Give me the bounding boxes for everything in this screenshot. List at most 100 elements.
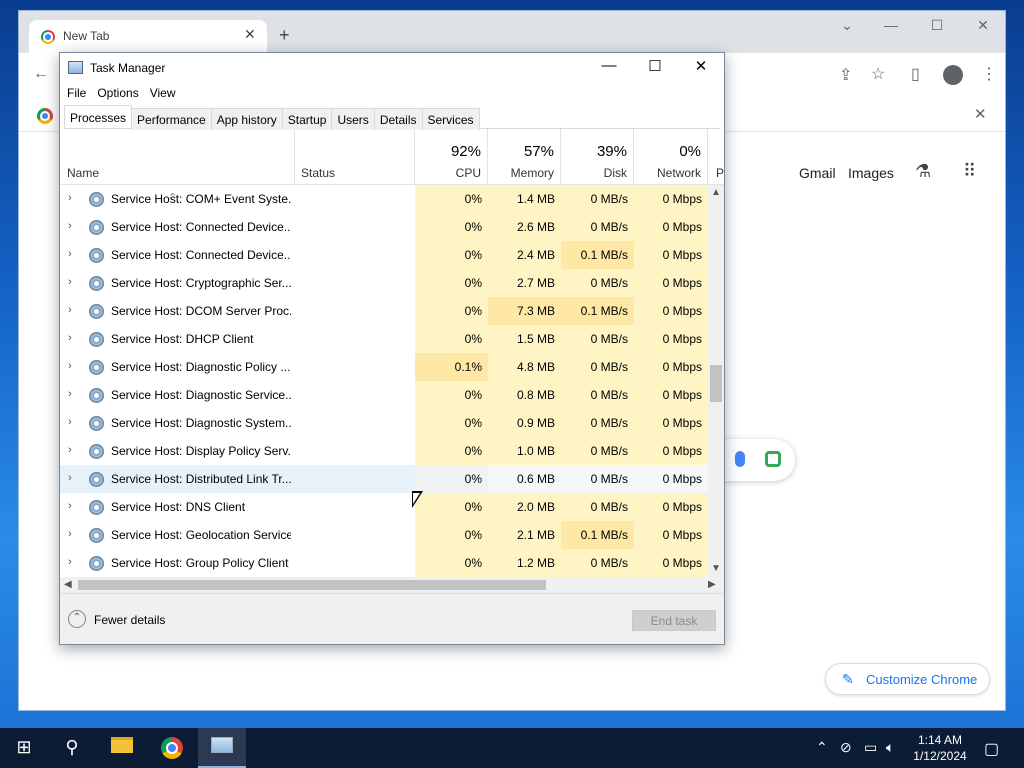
expand-chevron-icon[interactable]: ›	[68, 556, 72, 568]
file-explorer-icon[interactable]	[98, 728, 146, 768]
notification-icon[interactable]: ▢	[984, 739, 999, 759]
expand-chevron-icon[interactable]: ›	[68, 360, 72, 372]
images-link[interactable]: Images	[848, 165, 894, 181]
side-panel-icon[interactable]: ▯	[911, 64, 920, 84]
bookmark-star-icon[interactable]: ☆	[871, 64, 885, 84]
expand-chevron-icon[interactable]: ›	[68, 332, 72, 344]
col-memory[interactable]: 57% Memory	[488, 129, 561, 185]
minimize-icon[interactable]: —	[586, 57, 632, 81]
menu-file[interactable]: File	[60, 83, 90, 100]
horizontal-scrollbar[interactable]: ◀ ▶	[60, 577, 724, 593]
process-row[interactable]: › Service Host: Cryptographic Ser... 0% 2.7…	[60, 269, 708, 297]
labs-flask-icon[interactable]: ⚗	[915, 161, 931, 182]
col-name[interactable]: Name	[60, 129, 295, 185]
network-disconnected-icon[interactable]: ⊘	[840, 739, 852, 756]
expand-chevron-icon[interactable]: ›	[68, 528, 72, 540]
cell-disk: 0 MB/s	[561, 493, 634, 521]
scroll-left-icon[interactable]: ◀	[64, 579, 72, 590]
volume-muted-icon[interactable]: 🔈︎	[886, 739, 894, 756]
process-row[interactable]: › Service Host: Diagnostic System... 0% 0.9…	[60, 409, 708, 437]
menu-bar: File Options View	[60, 83, 180, 105]
tab-search-chevron-icon[interactable]: ⌄	[827, 17, 867, 34]
search-icon[interactable]: ⚲	[48, 728, 96, 768]
apps-grid-icon[interactable]: ⠿	[963, 161, 976, 182]
expand-chevron-icon[interactable]: ›	[68, 304, 72, 316]
expand-chevron-icon[interactable]: ›	[68, 444, 72, 456]
hscroll-thumb[interactable]	[78, 580, 546, 590]
close-window-icon[interactable]: ✕	[963, 17, 1003, 34]
show-hidden-icons-chevron-icon[interactable]: ⌃	[816, 739, 828, 756]
back-icon[interactable]: ←	[33, 65, 49, 83]
maximize-icon[interactable]: ☐	[917, 17, 957, 34]
start-windows-icon[interactable]: ⊞	[0, 728, 48, 768]
chrome-taskbar-icon[interactable]	[148, 728, 196, 768]
network-icon[interactable]: ▭	[864, 739, 877, 756]
process-row[interactable]: › Service Host: Diagnostic Service... 0% 0.…	[60, 381, 708, 409]
cell-network: 0 Mbps	[634, 465, 708, 493]
expand-chevron-icon[interactable]: ›	[68, 416, 72, 428]
chrome-tab-new-tab[interactable]: New Tab ✕	[29, 20, 267, 53]
gmail-link[interactable]: Gmail	[799, 165, 836, 181]
menu-view[interactable]: View	[143, 83, 180, 100]
profile-avatar-icon[interactable]	[943, 65, 963, 85]
expand-chevron-icon[interactable]: ›	[68, 500, 72, 512]
expand-chevron-icon[interactable]: ›	[68, 276, 72, 288]
scroll-right-icon[interactable]: ▶	[708, 579, 716, 590]
tab-details[interactable]: Details	[373, 108, 423, 130]
col-disk[interactable]: 39% Disk	[561, 129, 634, 185]
cell-network: 0 Mbps	[634, 185, 708, 213]
process-row[interactable]: › Service Host: DCOM Server Proc... 0% 7.3 …	[60, 297, 708, 325]
expand-chevron-icon[interactable]: ›	[68, 472, 72, 484]
col-cpu[interactable]: 92% CPU	[415, 129, 488, 185]
close-icon[interactable]: ✕	[678, 57, 724, 81]
tab-services[interactable]: Services	[421, 108, 480, 130]
tab-users[interactable]: Users	[331, 108, 375, 130]
process-row[interactable]: › Service Host: Geolocation Service 0% 2.1 …	[60, 521, 708, 549]
maximize-icon[interactable]: ☐	[632, 57, 678, 81]
process-row[interactable]: › Service Host: Connected Device... 0% 2.4 …	[60, 241, 708, 269]
chevron-up-icon[interactable]: ⌃	[68, 610, 86, 628]
close-infobar-icon[interactable]: ✕	[974, 105, 987, 123]
process-row[interactable]: › Service Host: COM+ Event Syste... 0% 1.4 …	[60, 185, 708, 213]
vertical-scrollbar[interactable]: ▲ ▼	[708, 185, 724, 577]
share-icon[interactable]: ⇪	[839, 65, 852, 85]
task-manager-taskbar-icon[interactable]	[198, 728, 246, 768]
process-row[interactable]: › Service Host: Display Policy Serv... 0% 1…	[60, 437, 708, 465]
process-row[interactable]: › Service Host: Diagnostic Policy ... 0.1%…	[60, 353, 708, 381]
expand-chevron-icon[interactable]: ›	[68, 192, 72, 204]
expand-chevron-icon[interactable]: ›	[68, 220, 72, 232]
process-row[interactable]: › Service Host: Connected Device... 0% 2.6 …	[60, 213, 708, 241]
cell-network: 0 Mbps	[634, 241, 708, 269]
title-bar[interactable]: Task Manager — ☐ ✕	[60, 53, 724, 83]
cell-cpu: 0%	[415, 521, 488, 549]
process-row[interactable]: › Service Host: DNS Client 0% 2.0 MB 0 MB/s 0…	[60, 493, 708, 521]
menu-options[interactable]: Options	[90, 83, 142, 100]
scroll-down-icon[interactable]: ▼	[711, 563, 721, 574]
tab-startup[interactable]: Startup	[281, 108, 333, 130]
service-gear-icon	[89, 444, 104, 459]
lens-icon[interactable]	[765, 451, 781, 467]
voice-search-icon[interactable]	[735, 451, 745, 467]
network-label: Network	[656, 166, 701, 180]
col-status[interactable]: Status	[295, 129, 415, 185]
fewer-details-link[interactable]: Fewer details	[94, 613, 165, 627]
col-partial[interactable]: P	[708, 129, 724, 185]
process-row[interactable]: › Service Host: DHCP Client 0% 1.5 MB 0 MB/s…	[60, 325, 708, 353]
process-row[interactable]: › Service Host: Distributed Link Tr... 0% 0…	[60, 465, 708, 493]
clock[interactable]: 1:14 AM 1/12/2024	[912, 732, 968, 764]
new-tab-button[interactable]: +	[279, 25, 290, 46]
customize-chrome-button[interactable]: ✎ Customize Chrome	[825, 663, 990, 695]
scroll-up-icon[interactable]: ▲	[711, 187, 721, 198]
tab-performance[interactable]: Performance	[131, 108, 212, 130]
menu-kebab-icon[interactable]: ⋮	[981, 64, 997, 84]
process-row[interactable]: › Service Host: Group Policy Client 0% 1.2 …	[60, 549, 708, 577]
minimize-icon[interactable]: —	[871, 17, 911, 33]
col-network[interactable]: 0% Network	[634, 129, 708, 185]
expand-chevron-icon[interactable]: ›	[68, 248, 72, 260]
end-task-button[interactable]: End task	[632, 610, 716, 631]
tab-processes[interactable]: Processes	[64, 105, 133, 128]
tab-app-history[interactable]: App history	[210, 108, 283, 130]
close-tab-icon[interactable]: ✕	[244, 26, 256, 43]
expand-chevron-icon[interactable]: ›	[68, 388, 72, 400]
scroll-thumb[interactable]	[710, 365, 722, 402]
